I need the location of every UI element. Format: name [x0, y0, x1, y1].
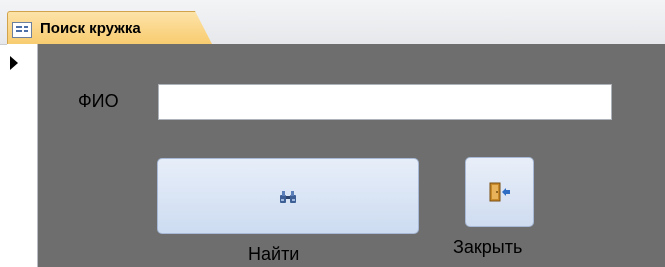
form-icon: [12, 22, 32, 38]
close-button-label: Закрыть: [453, 237, 523, 257]
find-button-label: Найти: [248, 244, 300, 264]
document-tab-bar: Поиск кружка: [0, 0, 665, 45]
current-record-icon: [10, 56, 18, 70]
exit-door-icon: [489, 182, 510, 202]
record-selector[interactable]: [7, 44, 38, 267]
close-button[interactable]: [465, 157, 534, 227]
binoculars-icon: [280, 191, 296, 203]
tab-title: Поиск кружка: [40, 20, 141, 37]
fio-label: ФИО: [78, 91, 119, 111]
fio-input[interactable]: [158, 84, 612, 120]
find-button[interactable]: [157, 158, 419, 234]
